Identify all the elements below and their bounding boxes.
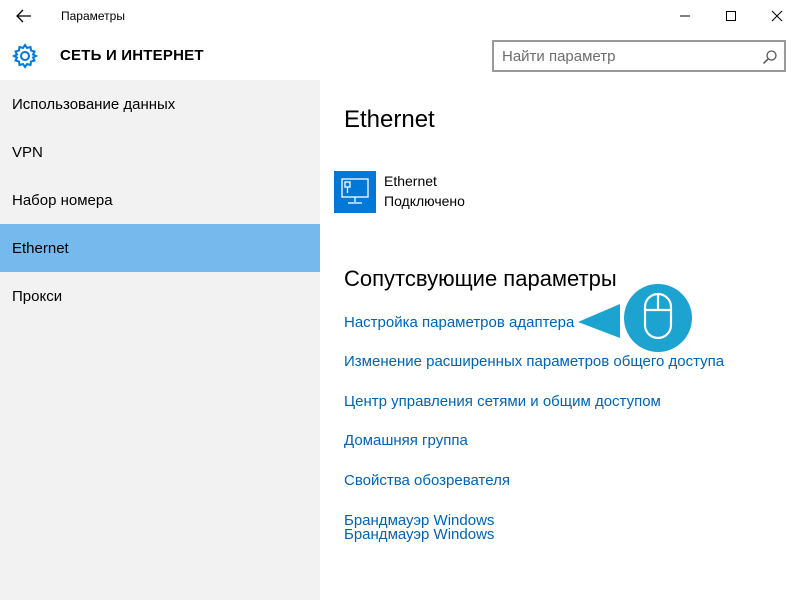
link-internet-options[interactable]: Свойства обозревателя <box>344 472 510 489</box>
sidebar: Использование данных VPN Набор номера Et… <box>0 80 320 600</box>
ethernet-connection-tile[interactable] <box>334 171 376 213</box>
back-arrow-icon <box>16 9 31 23</box>
sidebar-item-label: VPN <box>12 143 43 161</box>
sidebar-item-vpn[interactable]: VPN <box>0 128 320 176</box>
link-advanced-sharing[interactable]: Изменение расширенных параметров общего … <box>344 353 724 370</box>
search-icon[interactable] <box>762 49 778 65</box>
back-button[interactable] <box>8 4 40 28</box>
maximize-icon <box>726 11 736 21</box>
close-icon <box>771 10 783 22</box>
sidebar-item-label: Набор номера <box>12 191 113 209</box>
sidebar-item-proxy[interactable]: Прокси <box>0 272 320 320</box>
search-box[interactable] <box>492 40 786 72</box>
link-adapter-settings[interactable]: Настройка параметров адаптера <box>344 314 574 331</box>
search-input[interactable] <box>502 46 752 66</box>
link-windows-firewall[interactable]: Брандмауэр Windows <box>344 526 494 543</box>
mouse-click-callout <box>578 284 692 352</box>
section-title: СЕТЬ И ИНТЕРНЕТ <box>60 47 204 64</box>
minimize-icon <box>680 15 690 17</box>
connection-status: Подключено <box>384 193 465 209</box>
sidebar-item-ethernet[interactable]: Ethernet <box>0 224 320 272</box>
sidebar-item-label: Прокси <box>12 287 63 305</box>
main-content: Ethernet Ethernet Подключено Сопутсвующи… <box>320 80 800 600</box>
connection-name: Ethernet <box>384 173 437 189</box>
link-network-sharing-center[interactable]: Центр управления сетями и общим доступом <box>344 393 661 410</box>
maximize-button[interactable] <box>708 0 754 32</box>
link-homegroup[interactable]: Домашняя группа <box>344 432 468 449</box>
minimize-button[interactable] <box>662 0 708 32</box>
sidebar-item-data-usage[interactable]: Использование данных <box>0 80 320 128</box>
window-title: Параметры <box>61 9 125 23</box>
title-bar: Параметры <box>0 0 800 32</box>
page-title: Ethernet <box>344 106 435 133</box>
related-settings-heading: Сопутсвующие параметры <box>344 266 617 291</box>
gear-icon <box>12 43 38 69</box>
sidebar-item-label: Использование данных <box>12 95 176 113</box>
close-button[interactable] <box>754 0 800 32</box>
sidebar-item-label: Ethernet <box>12 239 69 257</box>
settings-header: СЕТЬ И ИНТЕРНЕТ <box>0 32 800 80</box>
sidebar-item-dial-up[interactable]: Набор номера <box>0 176 320 224</box>
ethernet-monitor-icon <box>341 178 369 204</box>
